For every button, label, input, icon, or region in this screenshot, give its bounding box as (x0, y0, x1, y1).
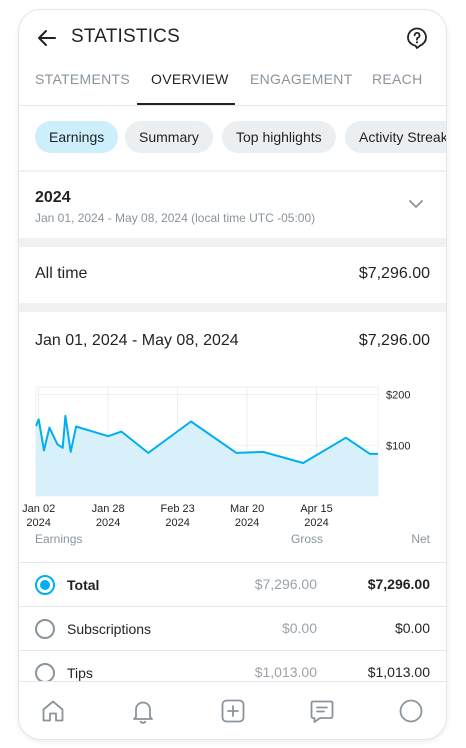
y-tick-label: $100 (386, 440, 410, 452)
x-tick-label: Feb 23 (160, 503, 194, 515)
row-net-subscriptions: $0.00 (394, 620, 430, 636)
row-label-subscriptions: Subscriptions (67, 621, 152, 637)
x-tick-label: Mar 20 (230, 503, 264, 515)
row-gross-tips: $1,013.00 (254, 664, 317, 680)
active-tab-indicator (137, 103, 235, 105)
page-title: STATISTICS (71, 26, 180, 47)
x-tick-label: Apr 15 (300, 503, 332, 515)
plus-square-icon[interactable] (220, 698, 246, 724)
all-time-label: All time (35, 265, 88, 282)
tab-statements[interactable]: STATEMENTS (35, 71, 130, 87)
x-tick-year: 2024 (304, 517, 328, 529)
filter-chips: Earnings Summary Top highlights Activity… (19, 106, 446, 170)
chip-earnings[interactable]: Earnings (35, 121, 119, 153)
radio-total[interactable] (35, 575, 55, 595)
radio-subscriptions[interactable] (35, 619, 55, 639)
row-gross-total: $7,296.00 (254, 576, 317, 592)
profile-circle-icon[interactable] (398, 698, 424, 724)
top-bar: STATISTICS STATEMENTS OVERVIEW ENGAGEMEN… (19, 10, 446, 106)
x-tick-label: Jan 28 (92, 503, 125, 515)
chip-top-highlights[interactable]: Top highlights (222, 121, 336, 153)
col-header-net: Net (411, 532, 430, 546)
radio-tips[interactable] (35, 663, 55, 683)
stats-tabs: STATEMENTS OVERVIEW ENGAGEMENT REACH (19, 68, 446, 106)
row-label-total: Total (67, 577, 100, 593)
home-icon[interactable] (40, 698, 66, 724)
bell-icon[interactable] (130, 698, 156, 724)
app-screen: STATISTICS STATEMENTS OVERVIEW ENGAGEMEN… (19, 10, 446, 739)
earnings-row-subscriptions[interactable]: Subscriptions $0.00 $0.00 (19, 606, 446, 650)
earnings-area (36, 415, 378, 496)
chevron-down-icon (409, 200, 423, 208)
back-arrow-icon[interactable] (35, 26, 59, 50)
tab-reach[interactable]: REACH (372, 71, 423, 87)
x-tick-label: Jan 02 (22, 503, 55, 515)
period-range: Jan 01, 2024 - May 08, 2024 (local time … (35, 211, 316, 225)
earnings-row-total[interactable]: Total $7,296.00 $7,296.00 (19, 562, 446, 606)
row-label-tips: Tips (67, 665, 93, 681)
period-selector[interactable]: 2024 Jan 01, 2024 - May 08, 2024 (local … (19, 172, 446, 238)
message-icon[interactable] (309, 698, 335, 724)
range-label: Jan 01, 2024 - May 08, 2024 (35, 332, 239, 349)
period-year: 2024 (35, 189, 71, 206)
y-tick-label: $200 (386, 390, 410, 402)
chip-summary[interactable]: Summary (125, 121, 213, 153)
row-net-tips: $1,013.00 (367, 664, 430, 680)
chip-activity-streak[interactable]: Activity Streak (345, 121, 446, 153)
tab-engagement[interactable]: ENGAGEMENT (250, 71, 353, 87)
help-icon[interactable] (405, 26, 429, 50)
col-header-gross: Gross (290, 532, 323, 546)
range-total: $7,296.00 (358, 332, 430, 349)
x-tick-year: 2024 (26, 517, 50, 529)
earnings-chart: $200 $100 Jan 02 2024 Jan 28 2024 Feb 23 2024 Ma… (22, 386, 410, 529)
row-gross-subscriptions: $0.00 (281, 620, 317, 636)
all-time-row: All time $7,296.00 (19, 247, 446, 303)
bottom-navigation (19, 681, 446, 739)
row-net-total: $7,296.00 (367, 576, 430, 592)
x-tick-year: 2024 (96, 517, 120, 529)
earnings-card: Jan 01, 2024 - May 08, 2024 $7,296.00 $2… (19, 312, 446, 692)
all-time-value: $7,296.00 (358, 265, 430, 282)
x-tick-year: 2024 (165, 517, 189, 529)
x-tick-year: 2024 (235, 517, 259, 529)
col-header-earnings: Earnings (35, 532, 83, 546)
tab-overview[interactable]: OVERVIEW (151, 71, 229, 87)
